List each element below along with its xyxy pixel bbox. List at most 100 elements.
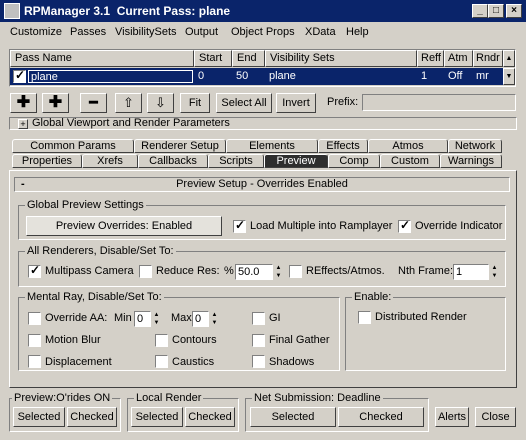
maximize-button[interactable]: □ [488,4,504,18]
spin-down-icon[interactable]: ▼ [152,319,161,327]
menu-output[interactable]: Output [185,26,218,38]
preview-selected-button[interactable]: Selected [13,407,65,427]
caustics-checkbox[interactable] [155,355,168,368]
col-atm[interactable]: Atm [444,50,473,67]
tab-xrefs[interactable]: Xrefs [82,154,138,168]
global-preview-title: Global Preview Settings [25,199,146,211]
end-cell: 50 [236,70,249,82]
col-pass-name[interactable]: Pass Name [10,50,194,67]
invert-button[interactable]: Invert [276,93,316,113]
override-indicator-checkbox[interactable] [398,218,411,233]
local-selected-button[interactable]: Selected [131,407,183,427]
tab-callbacks[interactable]: Callbacks [138,154,208,168]
alerts-button[interactable]: Alerts [435,407,469,427]
reduce-res-checkbox[interactable] [139,265,152,278]
spin-up-icon[interactable]: ▲ [274,264,283,272]
tab-common-params[interactable]: Common Params [12,139,134,153]
tab-network[interactable]: Network [448,139,502,153]
reduce-res-spinner[interactable]: ▲ ▼ [274,264,283,280]
load-multiple-checkbox[interactable] [233,218,246,233]
tab-scripts[interactable]: Scripts [208,154,264,168]
multipass-camera-checkbox[interactable] [28,263,41,278]
contours-checkbox[interactable] [155,334,168,347]
spin-up-icon[interactable]: ▲ [210,311,219,319]
reffects-checkbox[interactable] [289,265,302,278]
contours-label: Contours [172,334,217,346]
preview-rollout-header[interactable]: - Preview Setup - Overrides Enabled [14,177,510,192]
pass-enabled-checkbox[interactable] [13,68,26,83]
prefix-input[interactable] [362,94,516,111]
tab-elements[interactable]: Elements [226,139,318,153]
motion-blur-label: Motion Blur [45,334,101,346]
col-visibility-sets[interactable]: Visibility Sets [265,50,417,67]
select-all-button[interactable]: Select All [216,93,272,113]
tab-preview[interactable]: Preview [264,154,328,168]
tab-properties[interactable]: Properties [12,154,82,168]
col-reff[interactable]: Reff [417,50,444,67]
gi-label: GI [269,312,281,324]
nth-frame-input[interactable]: 1 [453,264,489,280]
net-selected-button[interactable]: Selected [250,407,336,427]
global-rollout-label: Global Viewport and Render Parameters [32,117,230,129]
tab-warnings[interactable]: Warnings [440,154,502,168]
load-multiple-label: Load Multiple into Ramplayer [250,220,393,232]
minimize-button[interactable]: _ [472,4,488,18]
override-indicator-label: Override Indicator [415,220,503,232]
table-header: Pass Name Start End Visibility Sets Reff… [10,50,503,68]
shadows-checkbox[interactable] [252,355,265,368]
menu-object-props[interactable]: Object Props [231,26,295,38]
tab-custom[interactable]: Custom [380,154,440,168]
final-gather-checkbox[interactable] [252,334,265,347]
tab-effects[interactable]: Effects [318,139,368,153]
move-up-button[interactable]: ⇧ [115,93,142,113]
min-spinner[interactable]: ▲ ▼ [152,311,161,327]
global-params-rollout[interactable]: + Global Viewport and Render Parameters [9,117,517,130]
menu-customize[interactable]: Customize [10,26,62,38]
fit-button[interactable]: Fit [180,93,210,113]
max-spinner[interactable]: ▲ ▼ [210,311,219,327]
current-pass-title: Current Pass: plane [116,4,231,18]
spin-up-icon[interactable]: ▲ [490,264,499,272]
override-aa-checkbox[interactable] [28,312,41,325]
max-input[interactable]: 0 [192,311,209,327]
motion-blur-checkbox[interactable] [28,334,41,347]
reduce-res-input[interactable]: 50.0 [235,264,273,280]
tab-comp[interactable]: Comp [328,154,380,168]
col-end[interactable]: End [232,50,265,67]
col-start[interactable]: Start [194,50,232,67]
distributed-render-label: Distributed Render [375,311,467,323]
nth-frame-spinner[interactable]: ▲ ▼ [490,264,499,280]
spin-down-icon[interactable]: ▼ [210,319,219,327]
gi-checkbox[interactable] [252,312,265,325]
visibility-cell: plane [269,70,296,82]
move-down-button[interactable]: ⇩ [147,93,174,113]
menu-xdata[interactable]: XData [305,26,336,38]
pass-name-cell[interactable]: plane [28,70,193,83]
tab-atmos[interactable]: Atmos [368,139,448,153]
col-rndr[interactable]: Rndr [473,50,503,67]
local-checked-button[interactable]: Checked [185,407,235,427]
add-multiple-button[interactable]: ✚ [42,93,69,113]
close-window-button[interactable]: × [506,4,522,18]
preview-checked-button[interactable]: Checked [67,407,117,427]
scroll-down-arrow[interactable]: ▼ [503,68,515,85]
displacement-checkbox[interactable] [28,355,41,368]
table-row[interactable]: plane 0 50 plane 1 Off mr [10,68,503,85]
net-checked-button[interactable]: Checked [338,407,424,427]
menu-help[interactable]: Help [346,26,369,38]
add-pass-button[interactable]: ✚ [10,93,37,113]
close-button[interactable]: Close [475,407,516,427]
distributed-render-checkbox[interactable] [358,311,371,324]
preview-group-title: Preview:O'rides ON [12,392,113,404]
spin-down-icon[interactable]: ▼ [490,272,499,280]
preview-overrides-button[interactable]: Preview Overrides: Enabled [26,216,222,236]
menu-passes[interactable]: Passes [70,26,106,38]
menu-visibilitysets[interactable]: VisibilitySets [115,26,177,38]
scroll-up-arrow[interactable]: ▲ [503,50,515,67]
spin-down-icon[interactable]: ▼ [274,272,283,280]
min-input[interactable]: 0 [134,311,151,327]
tab-renderer-setup[interactable]: Renderer Setup [134,139,226,153]
spin-up-icon[interactable]: ▲ [152,311,161,319]
remove-pass-button[interactable]: ━ [80,93,107,113]
expand-toggle[interactable]: + [18,119,28,129]
